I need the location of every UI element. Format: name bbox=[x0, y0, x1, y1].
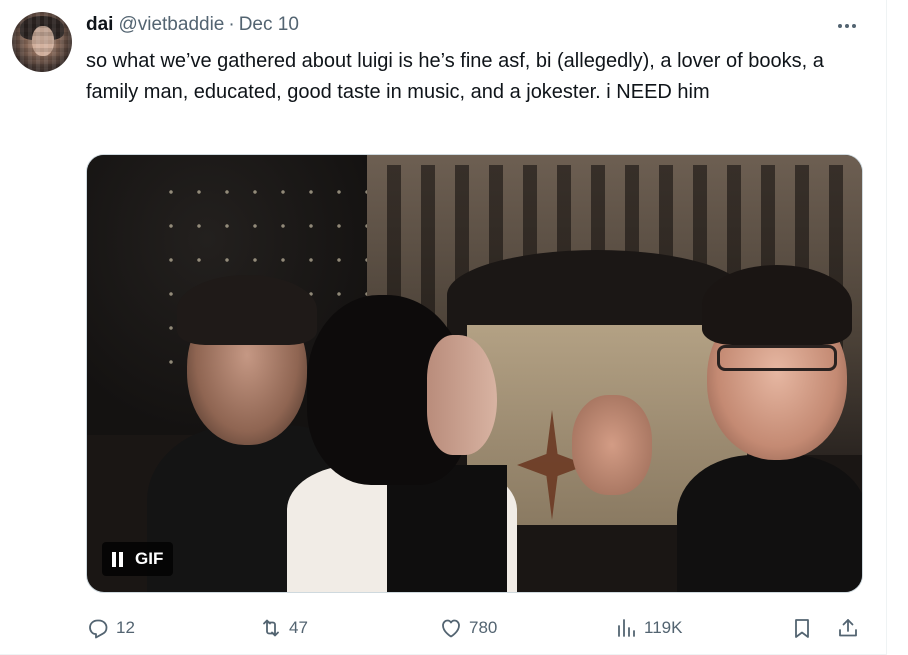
more-icon bbox=[838, 24, 856, 28]
more-button[interactable] bbox=[830, 14, 864, 38]
views-icon bbox=[618, 619, 635, 637]
retweet-icon bbox=[263, 619, 279, 637]
views-count: 119K bbox=[644, 618, 683, 637]
gif-frame bbox=[87, 155, 862, 592]
bookmark-icon bbox=[795, 619, 809, 638]
gif-label: GIF bbox=[135, 549, 164, 568]
tweet-actions: 12 47 780 119K bbox=[86, 612, 864, 644]
avatar[interactable] bbox=[12, 12, 72, 72]
retweet-count: 47 bbox=[289, 618, 308, 637]
tweet-date[interactable]: Dec 10 bbox=[239, 14, 299, 36]
gif-pause-button[interactable]: GIF bbox=[102, 542, 174, 576]
bookmark-button[interactable] bbox=[790, 612, 814, 644]
author-handle[interactable]: @vietbaddie bbox=[118, 14, 224, 36]
retweet-button[interactable]: 47 bbox=[259, 612, 308, 644]
share-icon bbox=[839, 619, 857, 637]
like-count: 780 bbox=[469, 618, 498, 637]
timeline-divider bbox=[886, 0, 887, 655]
header-separator: · bbox=[228, 14, 235, 35]
reply-button[interactable]: 12 bbox=[86, 612, 135, 644]
pause-icon bbox=[112, 551, 123, 567]
reply-icon bbox=[89, 619, 108, 639]
tweet-header: dai @vietbaddie · Dec 10 bbox=[86, 13, 299, 37]
reply-count: 12 bbox=[116, 618, 135, 637]
heart-icon bbox=[442, 619, 460, 638]
share-button[interactable] bbox=[836, 612, 860, 644]
author-name[interactable]: dai bbox=[86, 14, 113, 36]
like-button[interactable]: 780 bbox=[439, 612, 497, 644]
views-button[interactable]: 119K bbox=[614, 612, 682, 644]
tweet-text: so what we’ve gathered about luigi is he… bbox=[86, 50, 830, 103]
tweet-media-gif[interactable]: GIF bbox=[86, 154, 863, 593]
